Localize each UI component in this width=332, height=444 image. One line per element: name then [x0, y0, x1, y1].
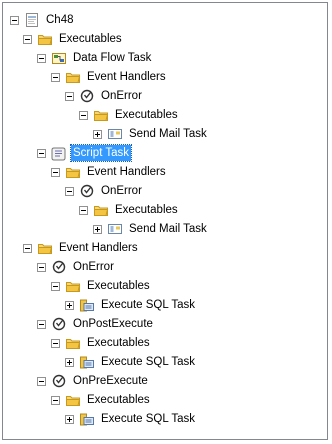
- tree-node-label: Executables: [115, 204, 178, 216]
- tree-node-label: Event Handlers: [59, 242, 138, 254]
- tree-node-root[interactable]: Ch48: [10, 11, 76, 29]
- collapse-icon[interactable]: [10, 15, 19, 25]
- event-handler-icon: [79, 88, 95, 104]
- folder-icon: [37, 31, 53, 47]
- event-handler-icon: [79, 183, 95, 199]
- package-explorer-tree[interactable]: Ch48 Executables Data Flow Task Event Handl…: [2, 2, 328, 440]
- tree-node-n-dataflow[interactable]: Data Flow Task: [37, 49, 153, 67]
- collapse-icon[interactable]: [51, 167, 60, 177]
- tree-node-label: Ch48: [46, 14, 74, 26]
- tree-node-n-sc-eh[interactable]: Event Handlers: [51, 163, 168, 181]
- collapse-icon[interactable]: [51, 72, 60, 82]
- tree-node-n-onpreexec[interactable]: OnPreExecute: [37, 372, 150, 390]
- expand-icon[interactable]: [65, 414, 74, 424]
- execute-sql-task-icon: [79, 411, 95, 427]
- send-mail-task-icon: [107, 221, 123, 237]
- event-handler-icon: [51, 316, 67, 332]
- tree-node-label: Executables: [115, 109, 178, 121]
- tree-node-label: Executables: [87, 337, 150, 349]
- expand-icon[interactable]: [93, 129, 102, 139]
- event-handler-icon: [51, 373, 67, 389]
- folder-icon: [65, 69, 81, 85]
- folder-icon: [65, 392, 81, 408]
- collapse-icon[interactable]: [51, 338, 60, 348]
- collapse-icon[interactable]: [65, 186, 74, 196]
- tree-node-label: Executables: [59, 33, 122, 45]
- collapse-icon[interactable]: [65, 91, 74, 101]
- tree-node-n-df-exec[interactable]: Executables: [79, 106, 180, 124]
- package-icon: [24, 12, 40, 28]
- collapse-icon[interactable]: [79, 110, 88, 120]
- folder-icon: [65, 278, 81, 294]
- script-task-icon: [51, 145, 67, 161]
- tree-view: Ch48 Executables Data Flow Task Event Handl…: [3, 3, 327, 439]
- tree-node-label: Data Flow Task: [73, 52, 152, 64]
- tree-node-label: Send Mail Task: [129, 223, 207, 235]
- folder-icon: [93, 202, 109, 218]
- tree-node-n-onpreexec-sql[interactable]: Execute SQL Task: [65, 410, 197, 428]
- tree-node-label: Event Handlers: [87, 71, 166, 83]
- tree-node-label: OnPostExecute: [73, 318, 153, 330]
- tree-node-label: Execute SQL Task: [101, 356, 195, 368]
- tree-node-n-onpostexec-exec[interactable]: Executables: [51, 334, 152, 352]
- collapse-icon[interactable]: [37, 319, 46, 329]
- event-handler-icon: [51, 259, 67, 275]
- folder-icon: [65, 335, 81, 351]
- tree-node-label: OnError: [101, 90, 142, 102]
- tree-node-label: OnPreExecute: [73, 375, 148, 387]
- tree-node-label: OnError: [101, 185, 142, 197]
- tree-node-n-script[interactable]: Script Task: [37, 144, 133, 162]
- data-flow-task-icon: [51, 50, 67, 66]
- collapse-icon[interactable]: [23, 243, 32, 253]
- tree-node-n-onpostexec[interactable]: OnPostExecute: [37, 315, 155, 333]
- send-mail-task-icon: [107, 126, 123, 142]
- tree-node-n-sc-sendmail[interactable]: Send Mail Task: [93, 220, 209, 238]
- execute-sql-task-icon: [79, 297, 95, 313]
- collapse-icon[interactable]: [51, 281, 60, 291]
- collapse-icon[interactable]: [79, 205, 88, 215]
- collapse-icon[interactable]: [37, 262, 46, 272]
- collapse-icon[interactable]: [23, 34, 32, 44]
- tree-node-n-onpostexec-sql[interactable]: Execute SQL Task: [65, 353, 197, 371]
- tree-node-n-sc-onerror[interactable]: OnError: [65, 182, 144, 200]
- tree-node-n-onerror[interactable]: OnError: [37, 258, 116, 276]
- tree-node-label: Executables: [87, 394, 150, 406]
- tree-node-n-onpreexec-exec[interactable]: Executables: [51, 391, 152, 409]
- collapse-icon[interactable]: [37, 148, 46, 158]
- tree-node-label: Execute SQL Task: [101, 413, 195, 425]
- tree-node-n-executables[interactable]: Executables: [23, 30, 124, 48]
- expand-icon[interactable]: [65, 357, 74, 367]
- tree-node-label: Event Handlers: [87, 166, 166, 178]
- expand-icon[interactable]: [93, 224, 102, 234]
- collapse-icon[interactable]: [51, 395, 60, 405]
- tree-node-n-onerror-sql[interactable]: Execute SQL Task: [65, 296, 197, 314]
- tree-node-n-onerror-exec[interactable]: Executables: [51, 277, 152, 295]
- tree-node-label: Send Mail Task: [129, 128, 207, 140]
- execute-sql-task-icon: [79, 354, 95, 370]
- expand-icon[interactable]: [65, 300, 74, 310]
- tree-node-n-df-eh[interactable]: Event Handlers: [51, 68, 168, 86]
- collapse-icon[interactable]: [37, 376, 46, 386]
- tree-node-n-df-sendmail[interactable]: Send Mail Task: [93, 125, 209, 143]
- tree-node-n-sc-exec[interactable]: Executables: [79, 201, 180, 219]
- tree-node-label: Executables: [87, 280, 150, 292]
- tree-node-label: Script Task: [69, 144, 133, 162]
- tree-node-n-eventhandlers[interactable]: Event Handlers: [23, 239, 140, 257]
- tree-node-n-df-onerror[interactable]: OnError: [65, 87, 144, 105]
- tree-node-label: Execute SQL Task: [101, 299, 195, 311]
- collapse-icon[interactable]: [37, 53, 46, 63]
- tree-node-label: OnError: [73, 261, 114, 273]
- folder-icon: [37, 240, 53, 256]
- folder-icon: [93, 107, 109, 123]
- folder-icon: [65, 164, 81, 180]
